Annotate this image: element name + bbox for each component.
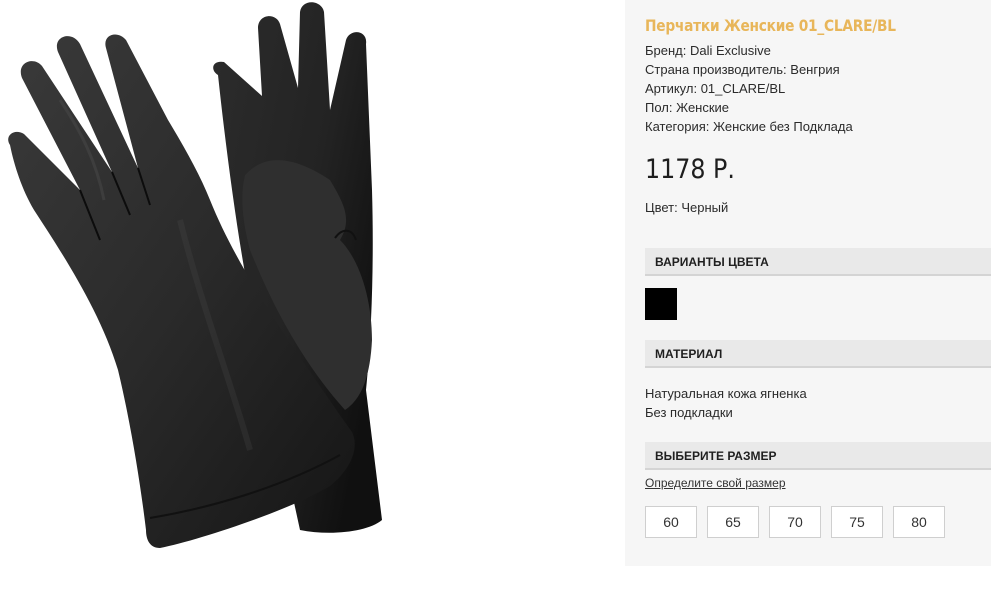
material-list: Натуральная кожа ягненка Без подкладки <box>645 384 807 422</box>
gloves-illustration <box>8 2 382 549</box>
color-swatch-black[interactable] <box>645 288 677 320</box>
color-line: Цвет: Черный <box>645 200 729 215</box>
material-line: Натуральная кожа ягненка <box>645 386 807 401</box>
size-options: 60 65 70 75 80 <box>645 506 945 538</box>
size-option-65[interactable]: 65 <box>707 506 759 538</box>
material-line: Без подкладки <box>645 405 733 420</box>
size-option-60[interactable]: 60 <box>645 506 697 538</box>
gender-line: Пол: Женские <box>645 100 730 115</box>
product-title: Перчатки Женские 01_CLARE/BL <box>645 16 896 35</box>
size-heading: ВЫБЕРИТЕ РАЗМЕР <box>645 442 991 470</box>
product-specs: Бренд: Dali Exclusive Страна производите… <box>645 41 853 136</box>
article-line: Артикул: 01_CLARE/BL <box>645 81 786 96</box>
country-line: Страна производитель: Венгрия <box>645 62 840 77</box>
category-line: Категория: Женские без Подклада <box>645 119 853 134</box>
size-option-75[interactable]: 75 <box>831 506 883 538</box>
product-image[interactable] <box>0 0 410 565</box>
material-heading: МАТЕРИАЛ <box>645 340 991 368</box>
size-guide-link[interactable]: Определите свой размер <box>645 476 786 490</box>
product-info-panel: Перчатки Женские 01_CLARE/BL Бренд: Dali… <box>625 0 991 566</box>
brand-line: Бренд: Dali Exclusive <box>645 43 771 58</box>
product-price: 1178 Р. <box>645 154 735 185</box>
size-option-80[interactable]: 80 <box>893 506 945 538</box>
size-option-70[interactable]: 70 <box>769 506 821 538</box>
color-variants-heading: ВАРИАНТЫ ЦВЕТА <box>645 248 991 276</box>
